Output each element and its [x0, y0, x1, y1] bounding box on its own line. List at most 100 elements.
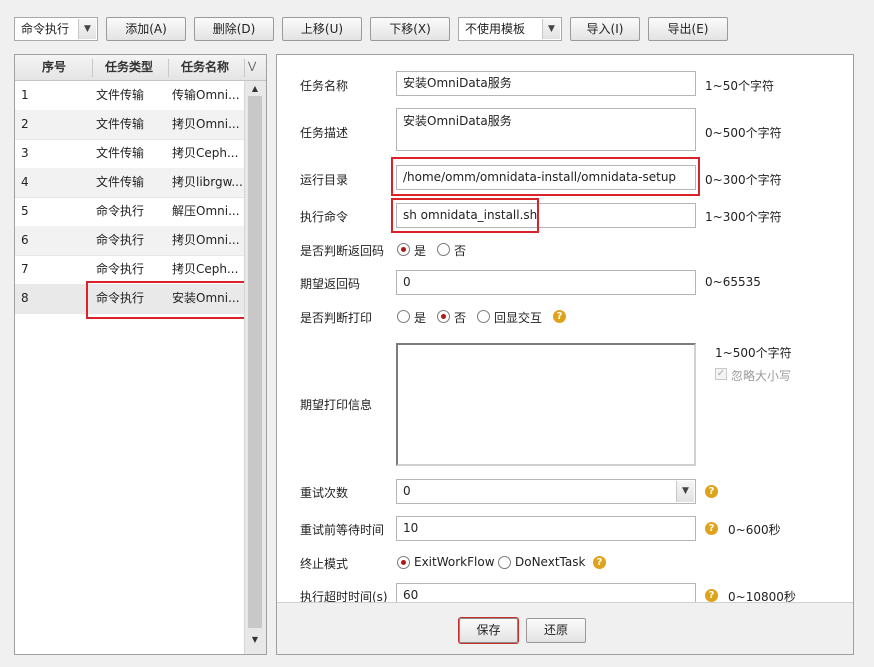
task-list-header: 序号 任务类型 任务名称 ⋁	[15, 55, 266, 81]
check-return-label: 是否判断返回码	[300, 244, 385, 258]
check-print-no-radio[interactable]	[437, 310, 450, 323]
task-desc-hint: 0~500个字符	[705, 126, 782, 140]
column-menu-icon[interactable]: ⋁	[248, 55, 256, 81]
run-dir-hint: 0~300个字符	[705, 173, 782, 187]
row-seq: 5	[21, 204, 29, 218]
move-up-button[interactable]: 上移(U)	[282, 17, 362, 41]
ignore-case-checkbox[interactable]: ✓	[715, 368, 727, 380]
task-name-label: 任务名称	[300, 79, 349, 93]
scroll-down-icon[interactable]: ▼	[248, 634, 262, 646]
row-seq: 7	[21, 262, 29, 276]
list-scrollbar-thumb[interactable]	[248, 96, 262, 628]
help-icon[interactable]: ?	[553, 310, 566, 323]
row-type: 命令执行	[96, 233, 145, 247]
table-row[interactable]: 3 文件传输 拷贝Ceph...	[15, 139, 244, 169]
save-button[interactable]: 保存	[459, 618, 518, 643]
column-header-name[interactable]: 任务名称	[181, 55, 229, 81]
task-type-select[interactable]: 命令执行 ▼	[14, 17, 98, 41]
task-name-input[interactable]: 安装OmniData服务	[396, 71, 696, 96]
row-seq: 3	[21, 146, 29, 160]
stop-mode-next-label: DoNextTask	[515, 555, 586, 569]
row-seq: 8	[21, 291, 29, 305]
row-name: 拷贝Ceph...	[172, 146, 239, 160]
retry-wait-label: 重试前等待时间	[300, 523, 385, 537]
row-name: 传输Omni...	[172, 88, 240, 102]
table-row[interactable]: 4 文件传输 拷贝librgw...	[15, 168, 244, 198]
help-icon[interactable]: ?	[705, 522, 718, 535]
retry-wait-input[interactable]: 10	[396, 516, 696, 541]
help-icon[interactable]: ?	[705, 589, 718, 602]
retry-count-label: 重试次数	[300, 486, 349, 500]
command-label: 执行命令	[300, 210, 349, 224]
table-row[interactable]: 1 文件传输 传输Omni...	[15, 81, 244, 111]
template-select[interactable]: 不使用模板 ▼	[458, 17, 562, 41]
command-highlight	[391, 198, 539, 233]
column-header-seq[interactable]: 序号	[42, 55, 66, 81]
check-print-yes-label: 是	[414, 311, 427, 325]
move-down-button[interactable]: 下移(X)	[370, 17, 450, 41]
row-name: 拷贝librgw...	[172, 175, 243, 189]
column-divider	[92, 59, 93, 77]
delete-button[interactable]: 删除(D)	[194, 17, 274, 41]
column-divider	[168, 59, 169, 77]
row-seq: 6	[21, 233, 29, 247]
row-type: 命令执行	[96, 262, 145, 276]
check-print-yes-radio[interactable]	[397, 310, 410, 323]
stop-mode-label: 终止模式	[300, 557, 349, 571]
task-type-value: 命令执行	[21, 22, 70, 36]
add-button[interactable]: 添加(A)	[106, 17, 186, 41]
task-name-hint: 1~50个字符	[705, 79, 774, 93]
run-dir-label: 运行目录	[300, 173, 349, 187]
table-row[interactable]: 5 命令执行 解压Omni...	[15, 197, 244, 227]
task-desc-textarea[interactable]: 安装OmniData服务	[396, 108, 696, 151]
command-hint: 1~300个字符	[705, 210, 782, 224]
row-name: 拷贝Omni...	[172, 117, 240, 131]
task-desc-label: 任务描述	[300, 126, 349, 140]
row-type: 文件传输	[96, 175, 145, 189]
check-print-echo-label: 回显交互	[494, 311, 543, 325]
check-return-no-label: 否	[454, 244, 467, 258]
row-name: 拷贝Ceph...	[172, 262, 239, 276]
chevron-down-icon[interactable]: ▼	[78, 19, 96, 39]
row-seq: 1	[21, 88, 29, 102]
check-return-yes-radio[interactable]	[397, 243, 410, 256]
expected-return-hint: 0~65535	[705, 275, 761, 289]
stop-mode-next-radio[interactable]	[498, 556, 511, 569]
chevron-down-icon[interactable]: ▼	[542, 19, 560, 39]
table-row[interactable]: 6 命令执行 拷贝Omni...	[15, 226, 244, 256]
table-row[interactable]: 2 文件传输 拷贝Omni...	[15, 110, 244, 140]
retry-wait-hint: 0~600秒	[728, 523, 781, 537]
row-type: 文件传输	[96, 88, 145, 102]
run-dir-highlight	[391, 157, 700, 196]
form-scrollbar[interactable]	[854, 54, 874, 657]
stop-mode-exit-label: ExitWorkFlow	[414, 555, 495, 569]
check-print-label: 是否判断打印	[300, 311, 373, 325]
row-type: 文件传输	[96, 146, 145, 160]
check-print-no-label: 否	[454, 311, 467, 325]
check-return-no-radio[interactable]	[437, 243, 450, 256]
import-button[interactable]: 导入(I)	[570, 17, 640, 41]
expected-print-hint: 1~500个字符	[715, 346, 792, 360]
row-seq: 4	[21, 175, 29, 189]
retry-count-select[interactable]: 0 ▼	[396, 479, 696, 504]
expected-return-input[interactable]: 0	[396, 270, 696, 295]
selected-row-highlight	[86, 281, 246, 319]
restore-button[interactable]: 还原	[526, 618, 586, 643]
export-button[interactable]: 导出(E)	[648, 17, 728, 41]
row-name: 解压Omni...	[172, 204, 240, 218]
check-print-echo-radio[interactable]	[477, 310, 490, 323]
ignore-case-label: 忽略大小写	[731, 369, 792, 383]
column-divider	[244, 59, 245, 77]
chevron-down-icon[interactable]: ▼	[676, 481, 694, 502]
stop-mode-exit-radio[interactable]	[397, 556, 410, 569]
scroll-up-icon[interactable]: ▲	[248, 83, 262, 95]
column-header-type[interactable]: 任务类型	[105, 55, 153, 81]
expected-print-label: 期望打印信息	[300, 398, 373, 412]
help-icon[interactable]: ?	[705, 485, 718, 498]
expected-print-textarea[interactable]	[396, 343, 696, 466]
template-value: 不使用模板	[465, 22, 526, 36]
check-return-yes-label: 是	[414, 244, 427, 258]
help-icon[interactable]: ?	[593, 556, 606, 569]
expected-return-label: 期望返回码	[300, 277, 361, 291]
retry-count-value: 0	[403, 484, 411, 498]
